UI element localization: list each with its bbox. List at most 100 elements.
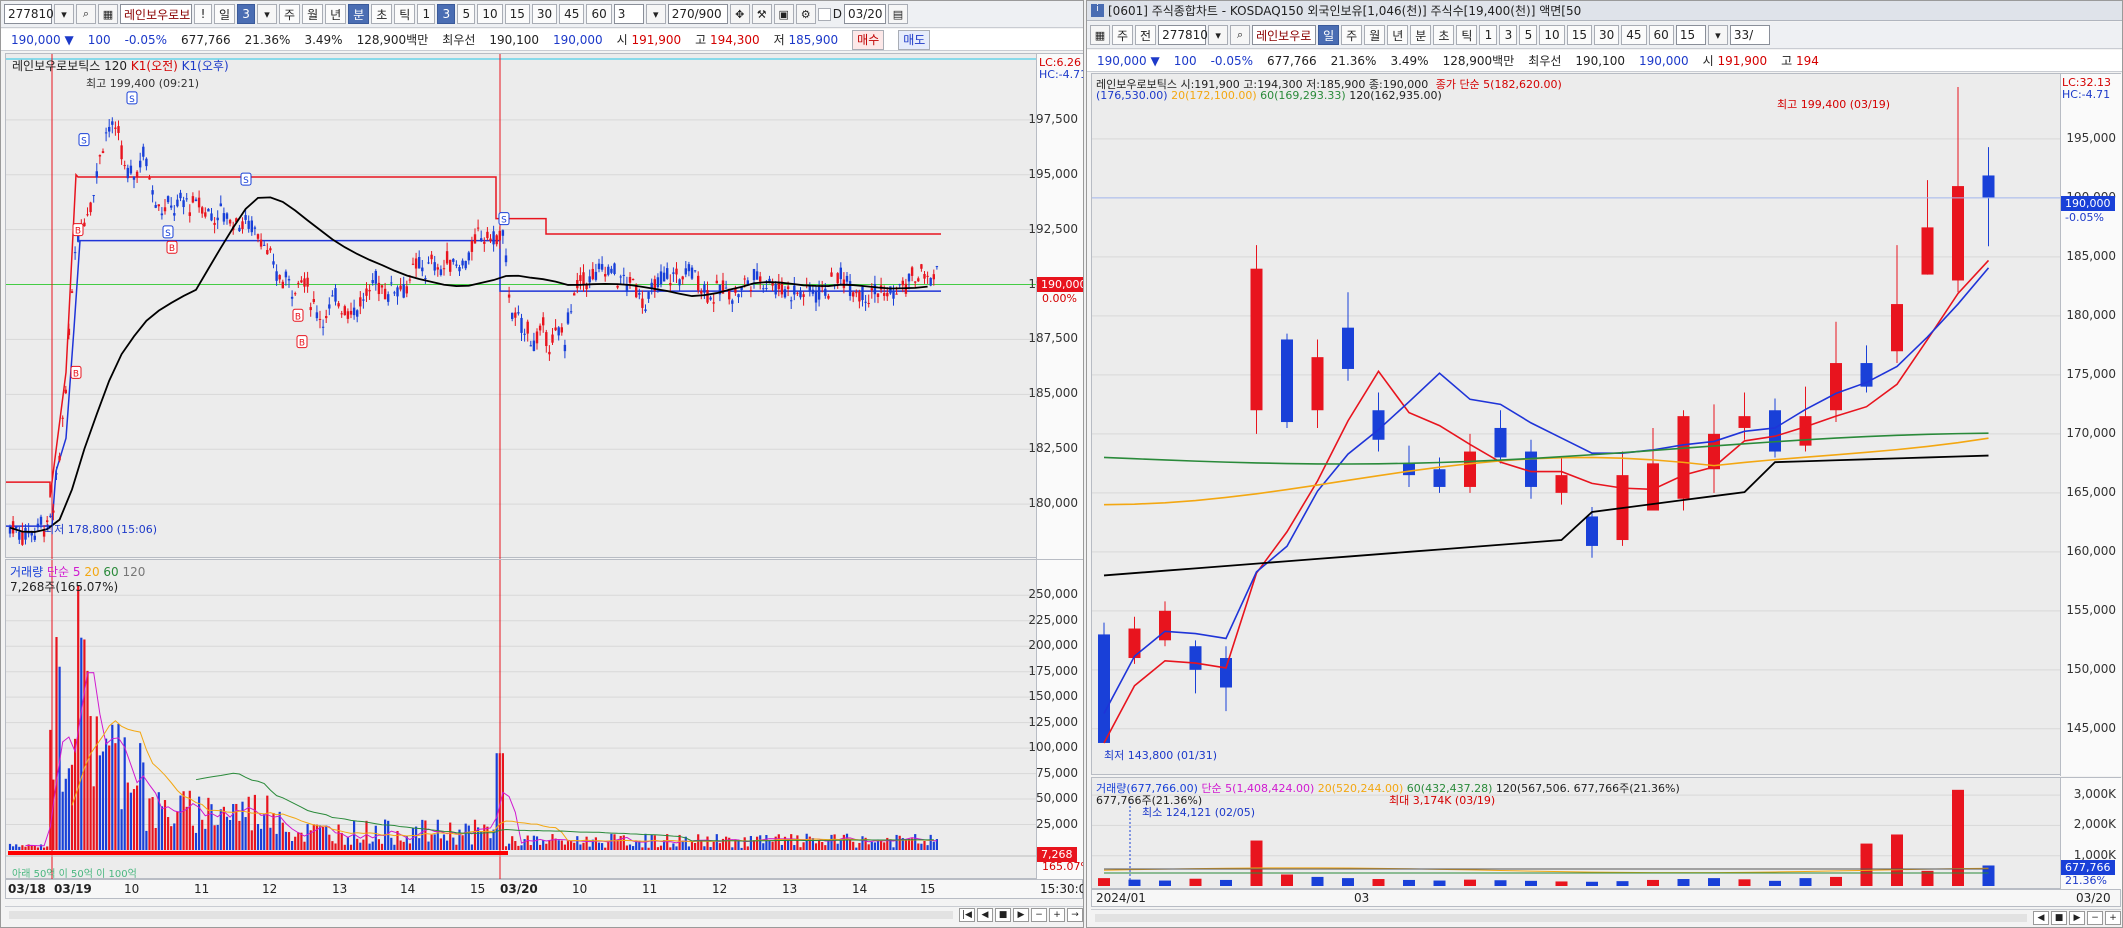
- tab-tick[interactable]: 틱: [394, 4, 416, 24]
- volume-bar: [461, 835, 464, 850]
- right-scroll-stop-button[interactable]: ■: [2051, 910, 2067, 925]
- code-dropdown-icon[interactable]: ▾: [54, 4, 74, 24]
- tab-minute[interactable]: 분: [348, 4, 370, 24]
- candle-body: [1586, 516, 1598, 546]
- scroll-end-button[interactable]: →: [1067, 907, 1083, 922]
- left-price-chart[interactable]: BBSSBSBBSS 197,500195,000192,500190,0001…: [5, 53, 1083, 559]
- right-scroll-prev-button[interactable]: ◀: [2033, 910, 2049, 925]
- candle-body: [210, 213, 213, 221]
- candle-body: [659, 271, 663, 285]
- left-scrollbar[interactable]: |◀ ◀ ■ ▶ − + →: [5, 906, 1083, 922]
- right-period-day[interactable]: 일: [1318, 25, 1340, 45]
- interval-dropdown-icon[interactable]: ▾: [645, 4, 666, 24]
- scroll-stop-button[interactable]: ■: [995, 907, 1011, 922]
- right-price-chart[interactable]: 195,000 190,000 185,000 180,000 175,000 170,0…: [1091, 73, 2122, 776]
- save-icon[interactable]: ▣: [773, 4, 794, 24]
- calendar-icon[interactable]: ▤: [887, 4, 908, 24]
- right-stock-code-input[interactable]: 277810: [1158, 25, 1208, 45]
- period-day-button[interactable]: 일: [214, 4, 236, 24]
- date-checkbox[interactable]: [817, 7, 831, 21]
- right-tab-week[interactable]: 주: [1341, 25, 1363, 45]
- right-scroll-next-button[interactable]: ▶: [2069, 910, 2085, 925]
- candle-body: [346, 311, 350, 319]
- sell-button[interactable]: 매도: [898, 29, 931, 50]
- volume-bar: [833, 834, 836, 850]
- right-volume-chart[interactable]: 3,000K 2,000K 1,000K 거래량(677,766.00) 단순 5(…: [1091, 777, 2122, 890]
- right-interval-5[interactable]: 5: [1519, 25, 1538, 45]
- candle-body: [473, 234, 477, 244]
- right-interval-3[interactable]: 3: [1499, 25, 1518, 45]
- right-tab-year[interactable]: 년: [1387, 25, 1409, 45]
- period-dropdown-icon[interactable]: ▾: [257, 4, 278, 24]
- right-count-field[interactable]: 33/: [1729, 25, 1770, 45]
- grid-icon[interactable]: ▦: [1090, 25, 1110, 45]
- tab-month[interactable]: 월: [302, 4, 324, 24]
- zoom-out-button[interactable]: −: [1031, 907, 1047, 922]
- interval-5[interactable]: 5: [457, 4, 476, 24]
- right-search-icon[interactable]: ⌕: [1230, 25, 1251, 45]
- period-number[interactable]: 3: [237, 4, 256, 24]
- right-zoom-in-button[interactable]: +: [2105, 910, 2121, 925]
- scroll-prev-button[interactable]: ◀: [977, 907, 993, 922]
- right-tab-second[interactable]: 초: [1433, 25, 1455, 45]
- sell-signal-label: S: [129, 95, 135, 105]
- right-interval-30[interactable]: 30: [1593, 25, 1620, 45]
- scroll-first-button[interactable]: |◀: [959, 907, 975, 922]
- interval-1[interactable]: 1: [417, 4, 436, 24]
- volume-bar: [1708, 878, 1720, 886]
- volume-bar: [597, 842, 601, 850]
- settings-gear-icon[interactable]: ⚙: [795, 4, 816, 24]
- volume-bar: [427, 841, 430, 850]
- right-interval-60[interactable]: 60: [1648, 25, 1674, 45]
- tool-icon[interactable]: ⚒: [751, 4, 772, 24]
- left-scroll-track[interactable]: [9, 910, 953, 919]
- right-code-dropdown-icon[interactable]: ▾: [1208, 25, 1229, 45]
- interval-15[interactable]: 15: [504, 4, 530, 24]
- right-tab-month[interactable]: 월: [1364, 25, 1386, 45]
- volume-bar: [768, 841, 771, 850]
- right-interval-10[interactable]: 10: [1539, 25, 1565, 45]
- scroll-next-button[interactable]: ▶: [1013, 907, 1029, 922]
- right-zoom-out-button[interactable]: −: [2087, 910, 2103, 925]
- right-tab-minute[interactable]: 분: [1410, 25, 1432, 45]
- right-interval-input[interactable]: 15: [1675, 25, 1706, 45]
- right-all-button[interactable]: 전: [1135, 25, 1157, 45]
- tab-year[interactable]: 년: [325, 4, 347, 24]
- left-current-vol-pct: 165.07%: [1042, 860, 1083, 873]
- tab-second[interactable]: 초: [371, 4, 393, 24]
- right-interval-45[interactable]: 45: [1621, 25, 1647, 45]
- buy-button[interactable]: 매수: [852, 29, 885, 50]
- stock-name-field[interactable]: 레인보우로보: [120, 4, 192, 24]
- candle-body: [529, 345, 532, 347]
- interval-30[interactable]: 30: [531, 4, 558, 24]
- interval-input[interactable]: 3: [613, 4, 644, 24]
- right-scroll-track[interactable]: [1095, 913, 2027, 922]
- volume-bar: [198, 796, 201, 850]
- right-interval-1[interactable]: 1: [1479, 25, 1498, 45]
- crosshair-icon[interactable]: ✥: [729, 4, 750, 24]
- candle-body: [483, 241, 486, 244]
- left-volume-chart[interactable]: 250,000 225,000 200,000 175,000 150,000 125,0…: [5, 559, 1083, 880]
- interval-10[interactable]: 10: [477, 4, 503, 24]
- stock-code-input[interactable]: 277810: [4, 4, 54, 24]
- right-tab-week-top[interactable]: 주: [1112, 25, 1134, 45]
- grid-icon[interactable]: ▦: [98, 4, 118, 24]
- interval-45[interactable]: 45: [559, 4, 585, 24]
- interval-3[interactable]: 3: [437, 4, 456, 24]
- tab-week[interactable]: 주: [279, 4, 301, 24]
- volume-bar: [340, 832, 343, 850]
- count-field[interactable]: 270/900: [667, 4, 728, 24]
- moving-average-line: [9, 196, 928, 533]
- search-icon[interactable]: ⌕: [76, 4, 96, 24]
- info-button[interactable]: !: [194, 4, 212, 24]
- date-input[interactable]: 03/20: [843, 4, 886, 24]
- volume-bar: [669, 847, 672, 850]
- right-interval-15[interactable]: 15: [1566, 25, 1592, 45]
- right-scrollbar[interactable]: ◀ ■ ▶ − +: [1091, 909, 2121, 925]
- right-tab-tick[interactable]: 틱: [1456, 25, 1478, 45]
- right-interval-dropdown-icon[interactable]: ▾: [1707, 25, 1728, 45]
- volume-bar: [517, 845, 520, 850]
- zoom-in-button[interactable]: +: [1049, 907, 1065, 922]
- interval-60[interactable]: 60: [586, 4, 612, 24]
- right-stock-name-field[interactable]: 레인보우로: [1252, 25, 1317, 45]
